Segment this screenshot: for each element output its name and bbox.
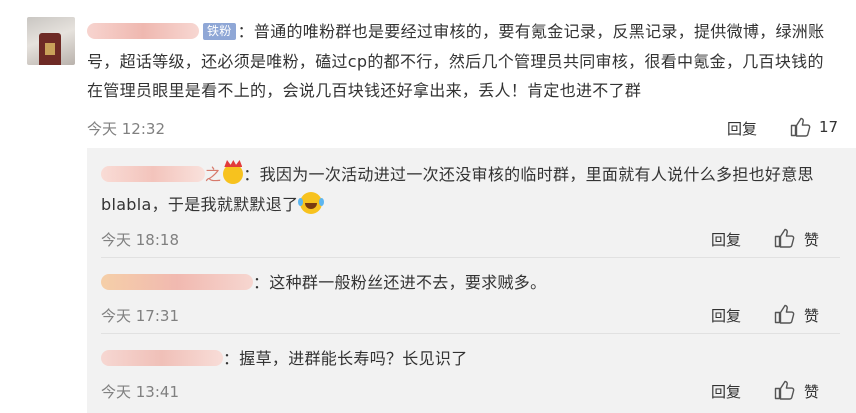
laughing-tears-emoji-icon xyxy=(298,192,325,214)
reply-2-time: 今天 17:31 xyxy=(101,307,179,325)
reply-2-like-icon[interactable] xyxy=(774,304,796,324)
reply-2-username-redacted[interactable] xyxy=(101,274,253,290)
reply-3-like-icon[interactable] xyxy=(774,380,796,400)
reply-1-like-icon[interactable] xyxy=(774,228,796,248)
main-comment-time: 今天 12:32 xyxy=(87,120,165,138)
reply-3: ：握草，进群能长寿吗？长见识了 xyxy=(101,344,821,374)
reply-1-username-redacted[interactable] xyxy=(101,166,205,182)
like-icon[interactable] xyxy=(790,117,812,137)
reply-1-time: 今天 18:18 xyxy=(101,231,179,249)
reply-1: 之 ：我因为一次活动进过一次还没审核的临时群，里面就有人说什么多担也好意思bla… xyxy=(101,160,821,220)
fan-badge: 铁粉 xyxy=(203,23,236,40)
reply-2-like-button[interactable]: 赞 xyxy=(804,305,819,326)
reply-3-username-redacted[interactable] xyxy=(101,350,223,366)
divider xyxy=(101,333,840,334)
divider xyxy=(101,257,840,258)
reply-3-time: 今天 13:41 xyxy=(101,383,179,401)
reply-1-name-tail[interactable]: 之 xyxy=(205,165,221,184)
main-reply-button[interactable]: 回复 xyxy=(727,118,757,139)
reply-2-reply-button[interactable]: 回复 xyxy=(711,305,741,326)
reply-2-text: ：这种群一般粉丝还进不去，要求贼多。 xyxy=(253,273,547,292)
user-avatar[interactable] xyxy=(27,17,75,65)
reply-3-text: ：握草，进群能长寿吗？长见识了 xyxy=(223,349,468,368)
reply-3-reply-button[interactable]: 回复 xyxy=(711,381,741,402)
reply-2: ：这种群一般粉丝还进不去，要求贼多。 xyxy=(101,268,821,298)
crown-face-emoji-icon xyxy=(223,160,244,184)
main-comment: 铁粉 ：普通的唯粉群也是要经过审核的，要有氪金记录，反黑记录，提供微博，绿洲账号，… xyxy=(87,17,837,106)
reply-3-like-button[interactable]: 赞 xyxy=(804,381,819,402)
main-like-count: 17 xyxy=(819,118,839,136)
reply-1-reply-button[interactable]: 回复 xyxy=(711,229,741,250)
username-redacted[interactable] xyxy=(87,23,199,39)
reply-1-like-button[interactable]: 赞 xyxy=(804,229,819,250)
